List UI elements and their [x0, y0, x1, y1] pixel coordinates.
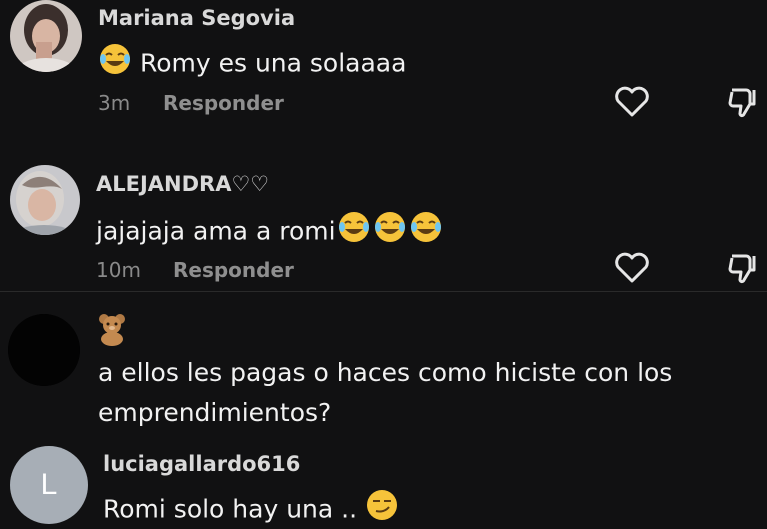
tears-of-joy-emoji-icon: [408, 210, 444, 255]
comments-screen: Mariana Segovia Romy es una solaaaa 3m R…: [0, 0, 767, 529]
avatar[interactable]: L: [10, 446, 88, 524]
comment-text: Romy es una solaaaa: [98, 42, 406, 87]
avatar-letter: L: [40, 468, 58, 501]
comment-username[interactable]: luciagallardo616: [103, 452, 300, 476]
heart-icon[interactable]: [612, 248, 652, 288]
reply-button[interactable]: Responder: [163, 91, 284, 115]
comment-username[interactable]: 🧸: [96, 312, 128, 351]
comment-item: 🧸 a ellos les pagas o haces como hiciste…: [0, 292, 767, 440]
tears-of-joy-emoji-icon: [336, 210, 372, 255]
comment-item: Mariana Segovia Romy es una solaaaa 3m R…: [0, 0, 767, 140]
reply-button[interactable]: Responder: [173, 258, 294, 282]
comment-text-content: Romi solo hay una ..: [103, 494, 358, 524]
teddy-bear-icon: [96, 312, 128, 351]
comment-text-line1: a ellos les pagas o haces como hiciste c…: [98, 358, 673, 387]
comment-item: L luciagallardo616 Romi solo hay una ..: [0, 440, 767, 529]
dislike-icon[interactable]: [722, 248, 762, 288]
avatar[interactable]: [8, 314, 80, 386]
tears-of-joy-emoji-icon: [98, 42, 132, 87]
dislike-icon[interactable]: [722, 82, 762, 122]
comment-text: Romi solo hay una ..: [103, 488, 399, 529]
comment-text-content: jajajaja ama a romi: [96, 216, 336, 246]
avatar[interactable]: [10, 0, 82, 72]
comment-time: 10m: [96, 258, 141, 282]
heart-icon[interactable]: [612, 82, 652, 122]
avatar[interactable]: [10, 165, 80, 235]
comment-username[interactable]: Mariana Segovia: [98, 6, 295, 30]
comment-text: jajajaja ama a romi: [96, 210, 444, 255]
comment-text-content: Romy es una solaaaa: [139, 48, 407, 78]
comment-text-line2: emprendimientos?: [98, 398, 332, 427]
comment-item: ALEJANDRA♡♡ jajajaja ama a romi 10m Resp…: [0, 140, 767, 290]
comment-username[interactable]: ALEJANDRA♡♡: [96, 172, 269, 196]
tears-of-joy-emoji-icon: [372, 210, 408, 255]
comment-time: 3m: [98, 91, 131, 115]
smirk-emoji-icon: [365, 488, 399, 529]
